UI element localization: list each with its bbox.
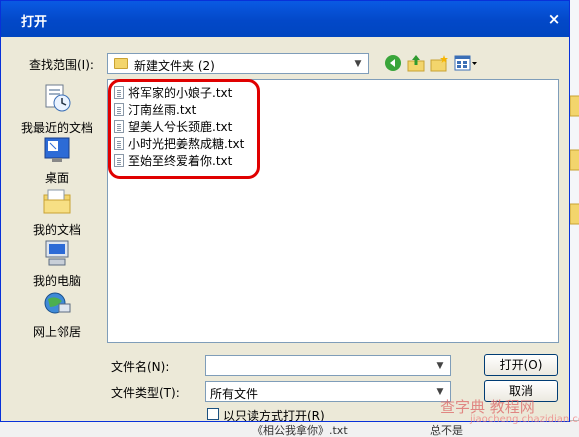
background-folder-icon (569, 200, 579, 228)
look-in-select[interactable]: 新建文件夹 (2) ▼ (107, 53, 369, 74)
recent-documents-icon (45, 84, 71, 112)
file-name-input[interactable]: ▼ (205, 355, 451, 376)
back-icon[interactable] (384, 54, 402, 72)
look-in-label: 查找范围(I): (29, 58, 94, 72)
background-folder-icon (569, 92, 579, 120)
dialog-title: 打开 (21, 15, 48, 30)
close-button[interactable]: × (544, 9, 564, 29)
my-documents-icon (43, 189, 71, 214)
annotation-highlight (108, 79, 260, 179)
background-folder-icon (569, 146, 579, 174)
open-file-dialog: 打开 × 查找范围(I): 新建文件夹 (2) ▼ 我最近的文档 桌面 我的文档… (0, 0, 570, 422)
view-menu-icon[interactable] (454, 54, 478, 72)
place-label: 网上邻居 (32, 325, 81, 339)
background-file-label: 《相公我拿你》.txt (252, 424, 348, 437)
place-label: 桌面 (44, 171, 69, 185)
readonly-label[interactable]: 以只读方式打开(R) (223, 407, 325, 421)
chevron-down-icon[interactable]: ▼ (433, 356, 447, 375)
up-folder-icon[interactable] (407, 54, 425, 72)
file-type-label: 文件类型(T): (111, 386, 180, 400)
file-name-label: 文件名(N): (111, 360, 170, 374)
new-folder-icon[interactable] (430, 54, 448, 72)
places-bar: 我最近的文档 桌面 我的文档 我的电脑 网上邻居 (13, 79, 101, 349)
my-computer-icon (45, 240, 69, 266)
chevron-down-icon[interactable]: ▼ (351, 54, 365, 73)
file-type-value: 所有文件 (210, 387, 259, 401)
folder-icon (114, 58, 128, 69)
file-type-select[interactable]: 所有文件 ▼ (205, 381, 451, 402)
desktop-icon (44, 137, 70, 162)
title-bar[interactable]: 打开 × (1, 1, 569, 37)
place-label: 我最近的文档 (20, 121, 93, 135)
place-label: 我的文档 (32, 223, 81, 237)
look-in-value: 新建文件夹 (2) (134, 59, 215, 73)
network-places-icon (44, 292, 71, 314)
watermark-subtext: jiaocheng.chazidian.com (470, 414, 579, 425)
background-file-label: 总不是 (430, 424, 463, 437)
readonly-checkbox[interactable] (207, 408, 219, 420)
place-label: 我的电脑 (32, 274, 81, 288)
open-button[interactable]: 打开(O) (484, 354, 558, 376)
